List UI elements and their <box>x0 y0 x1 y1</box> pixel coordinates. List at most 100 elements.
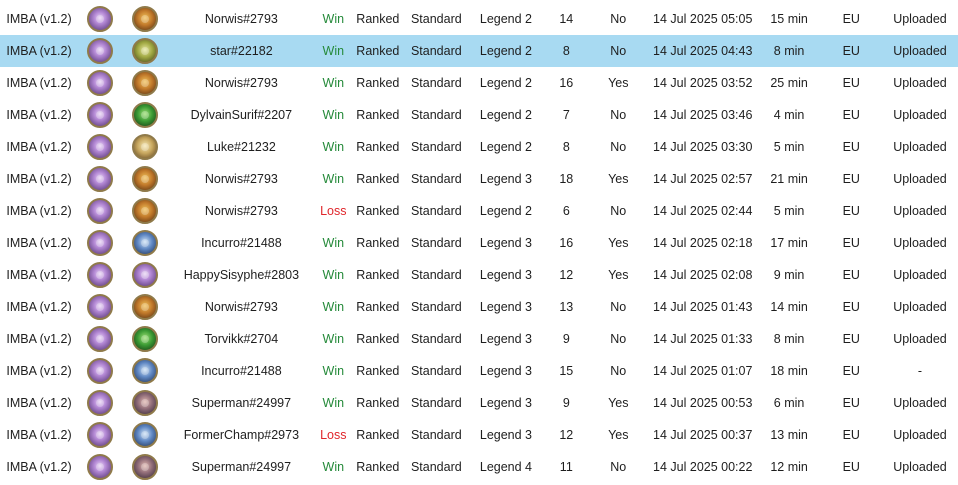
mage-portrait-icon <box>87 102 114 128</box>
mode-cell: Ranked <box>356 172 400 186</box>
deck-name-cell: IMBA (v1.2) <box>6 396 72 410</box>
format-cell: Standard <box>410 12 462 26</box>
mage-portrait-icon <box>87 134 114 160</box>
table-row[interactable]: IMBA (v1.2) Norwis#2793 Win Ranked Stand… <box>0 3 958 35</box>
rank-cell: Legend 3 <box>479 236 533 250</box>
table-row[interactable]: IMBA (v1.2) Superman#24997 Win Ranked St… <box>0 387 958 419</box>
result-cell: Loss <box>320 204 347 218</box>
region-cell: EU <box>842 268 860 282</box>
upload-status-cell: Uploaded <box>893 108 947 122</box>
upload-status-cell: Uploaded <box>893 268 947 282</box>
warrior-portrait-icon <box>131 294 158 320</box>
warrior-portrait-icon <box>131 70 158 96</box>
opponent-name-cell: FormerChamp#2973 <box>183 428 300 442</box>
duration-cell: 4 min <box>773 108 805 122</box>
table-row[interactable]: IMBA (v1.2) Torvikk#2704 Win Ranked Stan… <box>0 323 958 355</box>
coin-cell: No <box>610 204 627 218</box>
table-row[interactable]: IMBA (v1.2) HappySisyphe#2803 Win Ranked… <box>0 259 958 291</box>
region-cell: EU <box>842 460 860 474</box>
game-history-table: IMBA (v1.2) Norwis#2793 Win Ranked Stand… <box>0 0 958 485</box>
upload-status-cell: Uploaded <box>893 236 947 250</box>
coin-cell: No <box>610 332 627 346</box>
orc-portrait-icon <box>131 326 158 352</box>
deck-name-cell: IMBA (v1.2) <box>6 300 72 314</box>
rogue-portrait-icon <box>131 454 158 480</box>
mage-portrait-icon <box>87 454 114 480</box>
paladin-portrait-icon <box>131 134 158 160</box>
mode-cell: Ranked <box>356 140 400 154</box>
rank-cell: Legend 2 <box>479 12 533 26</box>
table-row[interactable]: IMBA (v1.2) Incurro#21488 Win Ranked Sta… <box>0 227 958 259</box>
coin-cell: No <box>610 140 627 154</box>
mage-portrait-icon <box>87 6 114 32</box>
table-row[interactable]: IMBA (v1.2) Norwis#2793 Win Ranked Stand… <box>0 67 958 99</box>
orc-portrait-icon <box>131 102 158 128</box>
warrior-portrait-icon <box>131 166 158 192</box>
deck-name-cell: IMBA (v1.2) <box>6 236 72 250</box>
result-cell: Win <box>322 300 345 314</box>
mode-cell: Ranked <box>356 44 400 58</box>
format-cell: Standard <box>410 332 462 346</box>
format-cell: Standard <box>410 76 462 90</box>
table-row[interactable]: IMBA (v1.2) Norwis#2793 Win Ranked Stand… <box>0 163 958 195</box>
region-cell: EU <box>842 300 860 314</box>
format-cell: Standard <box>410 268 462 282</box>
upload-status-cell: Uploaded <box>893 300 947 314</box>
format-cell: Standard <box>410 396 462 410</box>
duration-cell: 6 min <box>773 396 805 410</box>
upload-status-cell: Uploaded <box>893 140 947 154</box>
deck-name-cell: IMBA (v1.2) <box>6 76 72 90</box>
turns-cell: 16 <box>559 236 574 250</box>
coin-cell: No <box>610 364 627 378</box>
mage-portrait-icon <box>87 358 114 384</box>
opponent-name-cell: Luke#21232 <box>206 140 276 154</box>
table-row[interactable]: IMBA (v1.2) FormerChamp#2973 Loss Ranked… <box>0 419 958 451</box>
mode-cell: Ranked <box>356 12 400 26</box>
coin-cell: Yes <box>608 172 629 186</box>
opponent-name-cell: Torvikk#2704 <box>204 332 279 346</box>
mode-cell: Ranked <box>356 332 400 346</box>
date-cell: 14 Jul 2025 02:44 <box>653 204 753 218</box>
table-row[interactable]: IMBA (v1.2) DylvainSurif#2207 Win Ranked… <box>0 99 958 131</box>
knight-portrait-icon <box>131 358 158 384</box>
table-row[interactable]: IMBA (v1.2) Incurro#21488 Win Ranked Sta… <box>0 355 958 387</box>
turns-cell: 16 <box>559 76 574 90</box>
result-cell: Win <box>322 396 345 410</box>
format-cell: Standard <box>410 300 462 314</box>
result-cell: Win <box>322 108 345 122</box>
opponent-name-cell: Norwis#2793 <box>204 300 278 314</box>
rogue-portrait-icon <box>131 390 158 416</box>
duration-cell: 5 min <box>773 140 805 154</box>
result-cell: Loss <box>320 428 347 442</box>
mode-cell: Ranked <box>356 108 400 122</box>
result-cell: Win <box>322 76 345 90</box>
mage-portrait-icon <box>87 422 114 448</box>
date-cell: 14 Jul 2025 03:46 <box>653 108 753 122</box>
upload-status-cell: Uploaded <box>893 396 947 410</box>
turns-cell: 9 <box>562 396 570 410</box>
upload-status-cell: Uploaded <box>893 76 947 90</box>
table-row[interactable]: IMBA (v1.2) Norwis#2793 Win Ranked Stand… <box>0 291 958 323</box>
date-cell: 14 Jul 2025 00:37 <box>653 428 753 442</box>
mage-portrait-icon <box>87 294 114 320</box>
region-cell: EU <box>842 108 860 122</box>
turns-cell: 8 <box>562 44 570 58</box>
date-cell: 14 Jul 2025 01:33 <box>653 332 753 346</box>
mage-portrait-icon <box>87 230 114 256</box>
table-row[interactable]: IMBA (v1.2) Luke#21232 Win Ranked Standa… <box>0 131 958 163</box>
mode-cell: Ranked <box>356 428 400 442</box>
duration-cell: 21 min <box>770 172 808 186</box>
table-row[interactable]: IMBA (v1.2) Norwis#2793 Loss Ranked Stan… <box>0 195 958 227</box>
date-cell: 14 Jul 2025 04:43 <box>653 44 753 58</box>
coin-cell: No <box>610 300 627 314</box>
result-cell: Win <box>322 332 345 346</box>
coin-cell: No <box>610 44 627 58</box>
table-row[interactable]: IMBA (v1.2) Superman#24997 Win Ranked St… <box>0 451 958 483</box>
mode-cell: Ranked <box>356 236 400 250</box>
deck-name-cell: IMBA (v1.2) <box>6 204 72 218</box>
date-cell: 14 Jul 2025 02:18 <box>653 236 753 250</box>
turns-cell: 6 <box>562 204 570 218</box>
table-row[interactable]: IMBA (v1.2) star#22182 Win Ranked Standa… <box>0 35 958 67</box>
region-cell: EU <box>842 12 860 26</box>
opponent-name-cell: Norwis#2793 <box>204 172 278 186</box>
